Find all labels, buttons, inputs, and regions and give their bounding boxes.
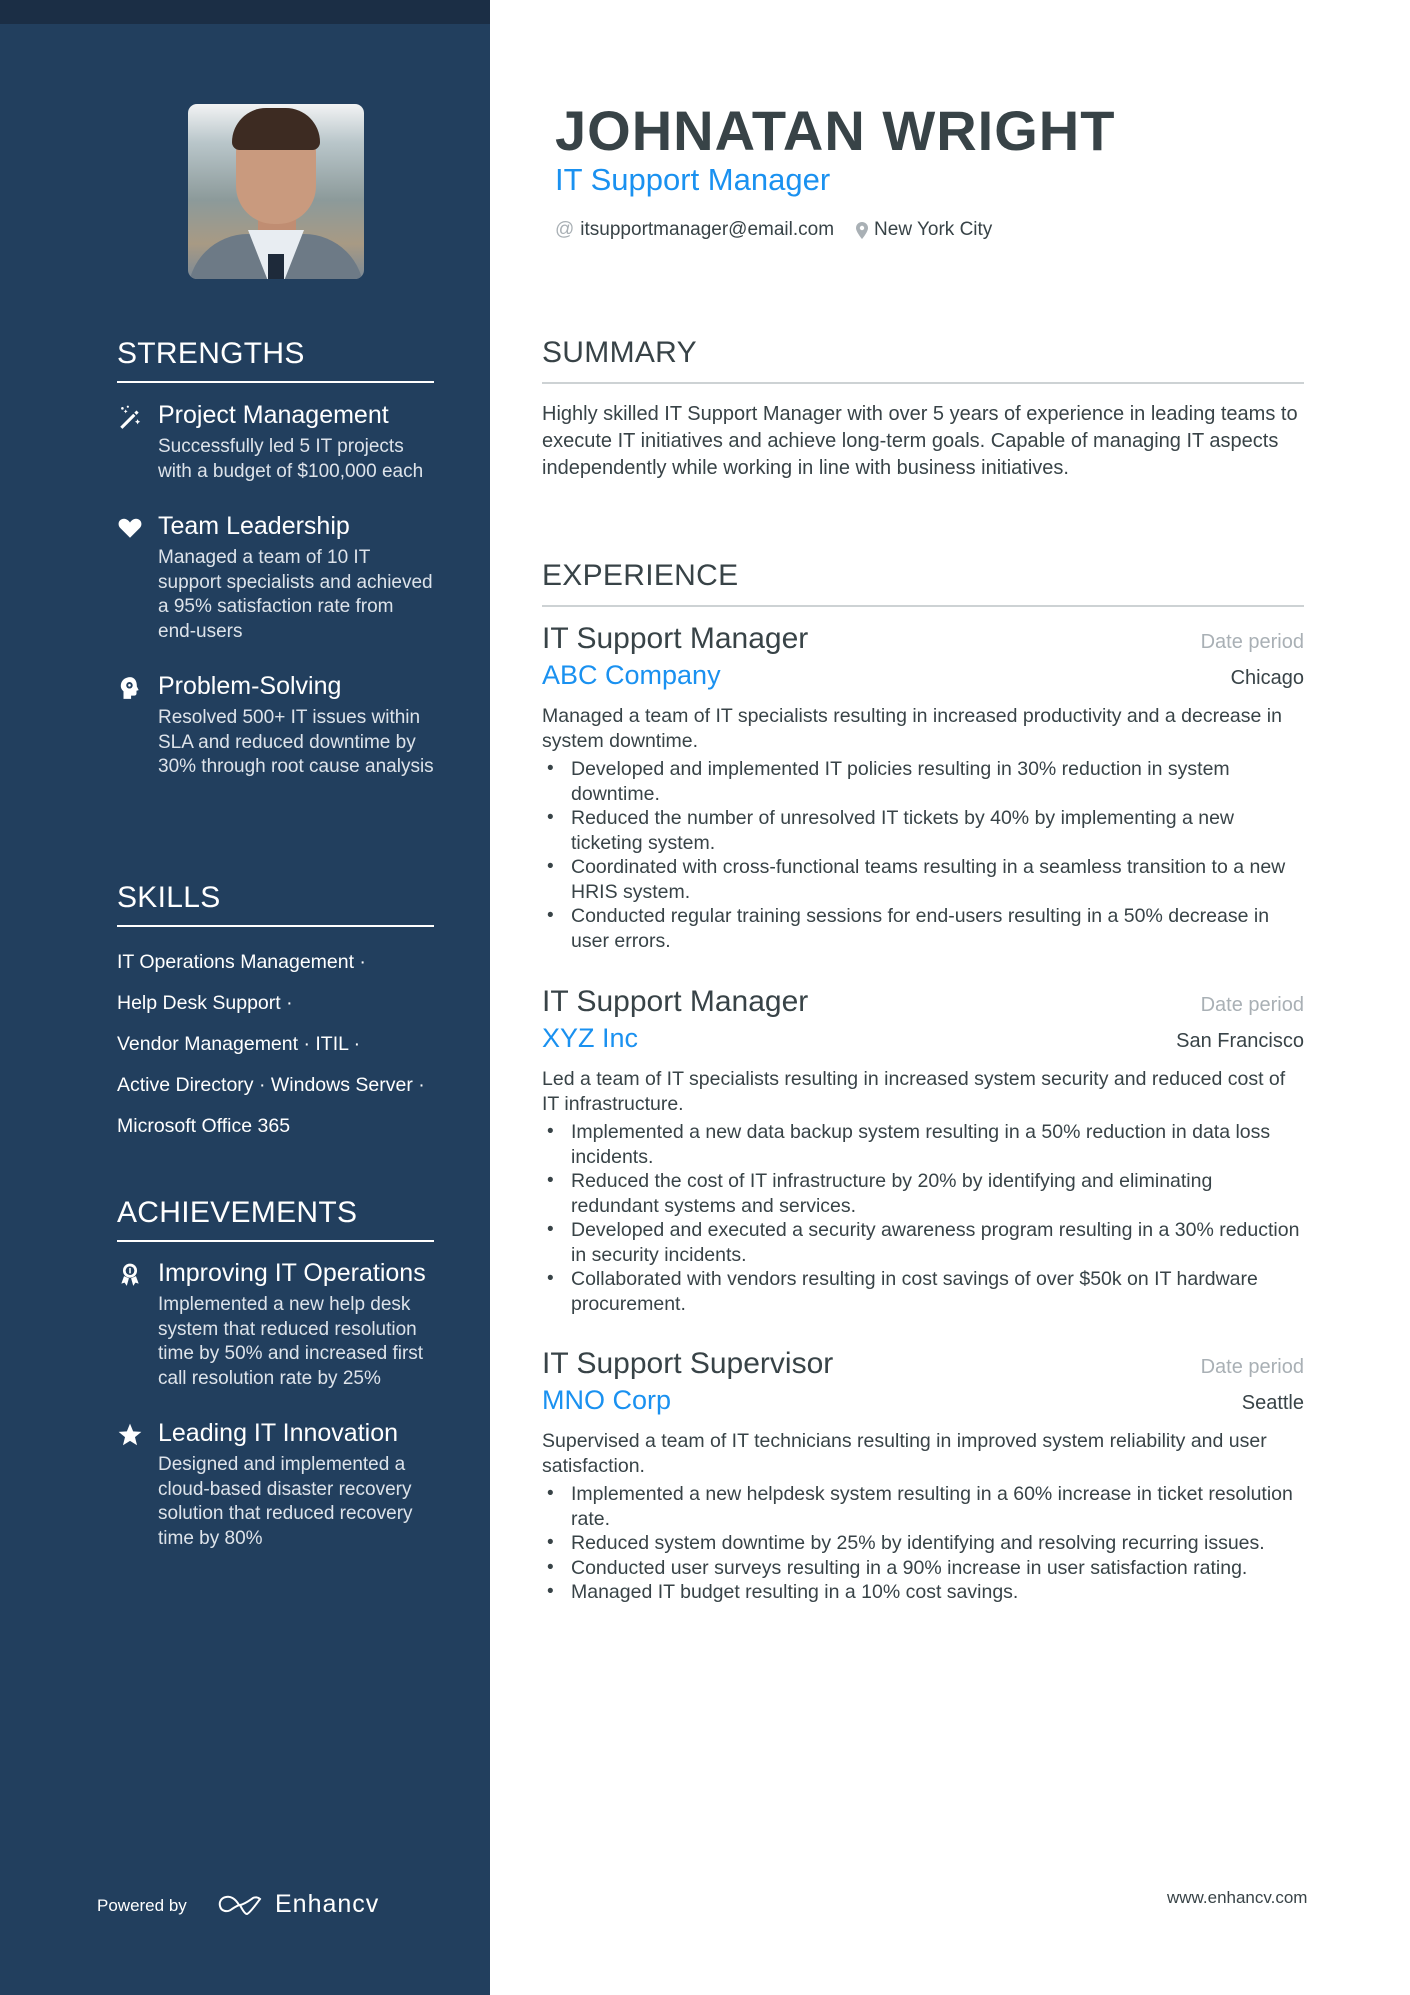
location-text: New York City xyxy=(874,219,993,240)
strength-title: Project Management xyxy=(158,401,389,429)
heart-icon xyxy=(117,515,143,541)
strength-item: Team Leadership Managed a team of 10 IT … xyxy=(117,511,434,644)
skill-line: Help Desk Support · xyxy=(117,992,293,1014)
sidebar-top-strip xyxy=(0,0,490,24)
skills-list: IT Operations Management · Help Desk Sup… xyxy=(117,942,434,1147)
experience-location: Seattle xyxy=(1241,1392,1304,1414)
skill-line: Active Directory · Windows Server · xyxy=(117,1074,425,1096)
achievements-heading: ACHIEVEMENTS xyxy=(117,1196,434,1242)
enhancv-infinity-icon xyxy=(218,1895,262,1915)
experience-date: Date period xyxy=(1200,631,1304,653)
achievement-description: Implemented a new help desk system that … xyxy=(158,1294,424,1389)
experience-bullets: Implemented a new data backup system res… xyxy=(542,1120,1304,1316)
experience-company: MNO Corp xyxy=(542,1385,672,1415)
experience-location: Chicago xyxy=(1230,667,1304,689)
strength-item: Project Management Successfully led 5 IT… xyxy=(117,400,434,484)
skills-section: SKILLS IT Operations Management · Help D… xyxy=(117,881,434,1147)
experience-bullet: Developed and executed a security awaren… xyxy=(542,1218,1304,1267)
experience-date: Date period xyxy=(1200,1356,1304,1378)
experience-bullet: Conducted user surveys resulting in a 90… xyxy=(542,1556,1304,1581)
enhancv-brand-name: Enhancv xyxy=(275,1890,380,1918)
email-contact[interactable]: @ itsupportmanager@email.com xyxy=(555,219,834,241)
strength-description: Successfully led 5 IT projects with a bu… xyxy=(158,436,424,482)
at-icon: @ xyxy=(555,219,575,240)
candidate-name: JOHNATAN WRIGHT xyxy=(555,99,1116,162)
experience-entry: IT Support Supervisor Date period MNO Co… xyxy=(542,1347,1304,1605)
experience-description: Supervised a team of IT technicians resu… xyxy=(542,1430,1267,1477)
strength-item: Problem-Solving Resolved 500+ IT issues … xyxy=(117,671,434,780)
achievement-item: Improving IT Operations Implemented a ne… xyxy=(117,1258,434,1391)
experience-bullet: Conducted regular training sessions for … xyxy=(542,904,1304,953)
experience-bullet: Reduced system downtime by 25% by identi… xyxy=(542,1531,1304,1556)
powered-by-label: Powered by xyxy=(97,1896,187,1915)
experience-bullet: Collaborated with vendors resulting in c… xyxy=(542,1267,1304,1316)
achievements-section: ACHIEVEMENTS Improving IT Operations Imp… xyxy=(117,1196,434,1551)
experience-bullet: Reduced the cost of IT infrastructure by… xyxy=(542,1169,1304,1218)
enhancv-logo[interactable]: Enhancv xyxy=(217,1890,379,1919)
experience-bullets: Developed and implemented IT policies re… xyxy=(542,757,1304,953)
experience-bullet: Developed and implemented IT policies re… xyxy=(542,757,1304,806)
profile-photo xyxy=(188,104,364,279)
experience-job-title: IT Support Manager xyxy=(542,985,809,1018)
skill-line: Vendor Management · ITIL · xyxy=(117,1033,361,1055)
experience-job-title: IT Support Supervisor xyxy=(542,1347,834,1380)
experience-bullet: Coordinated with cross-functional teams … xyxy=(542,855,1304,904)
experience-bullet: Implemented a new data backup system res… xyxy=(542,1120,1304,1169)
experience-company: ABC Company xyxy=(542,660,721,690)
candidate-title: IT Support Manager xyxy=(555,162,831,197)
map-pin-icon xyxy=(856,221,869,239)
experience-bullet: Implemented a new helpdesk system result… xyxy=(542,1482,1304,1531)
experience-entry: IT Support Manager Date period XYZ Inc S… xyxy=(542,985,1304,1316)
achievement-title: Improving IT Operations xyxy=(158,1259,426,1287)
summary-section: SUMMARY Highly skilled IT Support Manage… xyxy=(542,336,1304,482)
skill-line: Microsoft Office 365 xyxy=(117,1115,291,1137)
experience-heading: EXPERIENCE xyxy=(542,559,1304,607)
skills-heading: SKILLS xyxy=(117,881,434,927)
star-icon xyxy=(117,1422,143,1448)
strength-description: Resolved 500+ IT issues within SLA and r… xyxy=(158,707,434,777)
strength-title: Problem-Solving xyxy=(158,672,342,700)
summary-heading: SUMMARY xyxy=(542,336,1304,384)
award-ribbon-icon xyxy=(117,1262,143,1288)
experience-bullets: Implemented a new helpdesk system result… xyxy=(542,1482,1304,1605)
magic-wand-icon xyxy=(117,404,143,430)
achievement-item: Leading IT Innovation Designed and imple… xyxy=(117,1418,434,1551)
strength-description: Managed a team of 10 IT support speciali… xyxy=(158,547,433,642)
achievement-description: Designed and implemented a cloud-based d… xyxy=(158,1454,413,1549)
experience-section: EXPERIENCE xyxy=(542,559,1304,607)
experience-company: XYZ Inc xyxy=(542,1023,639,1053)
experience-location: San Francisco xyxy=(1176,1030,1304,1052)
strength-title: Team Leadership xyxy=(158,512,350,540)
brain-head-icon xyxy=(117,675,143,701)
summary-text: Highly skilled IT Support Manager with o… xyxy=(542,403,1298,479)
email-text: itsupportmanager@email.com xyxy=(580,219,835,240)
skill-line: IT Operations Management · xyxy=(117,951,366,973)
sidebar: STRENGTHS Project Management Successfull… xyxy=(0,0,490,1995)
experience-entry: IT Support Manager Date period ABC Compa… xyxy=(542,622,1304,953)
experience-date: Date period xyxy=(1200,994,1304,1016)
experience-description: Led a team of IT specialists resulting i… xyxy=(542,1068,1286,1115)
experience-bullet: Reduced the number of unresolved IT tick… xyxy=(542,806,1304,855)
experience-job-title: IT Support Manager xyxy=(542,622,809,655)
footer-website-link[interactable]: www.enhancv.com xyxy=(1167,1888,1307,1908)
experience-description: Managed a team of IT specialists resulti… xyxy=(542,705,1282,752)
achievement-title: Leading IT Innovation xyxy=(158,1419,399,1447)
contact-info: @ itsupportmanager@email.com New York Ci… xyxy=(555,219,992,241)
strengths-section: STRENGTHS Project Management Successfull… xyxy=(117,337,434,780)
location-contact: New York City xyxy=(856,219,992,241)
experience-bullet: Managed IT budget resulting in a 10% cos… xyxy=(542,1580,1304,1605)
strengths-heading: STRENGTHS xyxy=(117,337,434,383)
